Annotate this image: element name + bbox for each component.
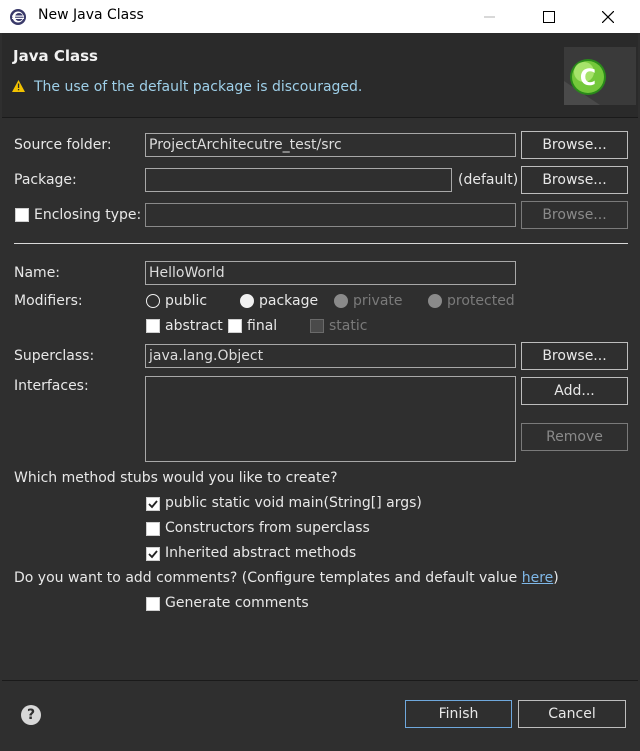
form-separator — [14, 243, 628, 244]
stub-constructors-label: Constructors from superclass — [165, 520, 370, 536]
enclosing-type-label: Enclosing type: — [34, 207, 142, 223]
modifier-static-label: static — [329, 318, 368, 334]
modifier-public-label: public — [165, 293, 208, 309]
package-browse-button[interactable]: Browse... — [521, 166, 628, 194]
source-folder-label: Source folder: — [14, 137, 112, 153]
package-field[interactable] — [145, 168, 452, 192]
generate-comments-checkbox[interactable] — [146, 597, 160, 611]
minimize-button[interactable] — [467, 0, 513, 33]
checkmark-icon — [148, 500, 158, 509]
warning-message: The use of the default package is discou… — [34, 79, 363, 95]
comments-question: Do you want to add comments? (Configure … — [14, 570, 559, 586]
modifier-package-label: package — [259, 293, 319, 309]
source-folder-browse-button[interactable]: Browse... — [521, 131, 628, 159]
close-button[interactable] — [585, 0, 631, 33]
new-class-wizard-icon: C — [560, 41, 640, 113]
class-name-field[interactable]: HelloWorld — [145, 261, 516, 285]
window-title: New Java Class — [38, 7, 144, 23]
interfaces-add-button[interactable]: Add... — [521, 377, 628, 405]
footer-separator — [2, 680, 638, 681]
modifier-abstract-checkbox[interactable] — [146, 319, 160, 333]
comments-question-text: Do you want to add comments? (Configure … — [14, 570, 522, 586]
superclass-field[interactable]: java.lang.Object — [145, 344, 516, 368]
interfaces-label: Interfaces: — [14, 378, 89, 394]
eclipse-app-icon — [9, 8, 27, 26]
package-label: Package: — [14, 172, 77, 188]
svg-text:C: C — [580, 66, 596, 91]
checkmark-icon — [148, 550, 158, 559]
finish-button[interactable]: Finish — [405, 700, 512, 728]
source-folder-field[interactable]: ProjectArchitecutre_test/src — [145, 133, 516, 157]
cancel-button[interactable]: Cancel — [518, 700, 626, 728]
page-title: Java Class — [13, 47, 98, 65]
help-icon[interactable]: ? — [21, 705, 41, 725]
modifier-protected-label: protected — [447, 293, 515, 309]
wizard-header: Java Class The use of the default packag… — [2, 33, 638, 117]
superclass-label: Superclass: — [14, 348, 95, 364]
stub-inherited-checkbox[interactable] — [146, 547, 160, 561]
interfaces-remove-button[interactable]: Remove — [521, 423, 628, 451]
modifier-final-label: final — [247, 318, 278, 334]
stub-constructors-checkbox[interactable] — [146, 522, 160, 536]
modifier-package-radio[interactable] — [240, 294, 254, 308]
modifier-abstract-label: abstract — [165, 318, 223, 334]
modifier-private-radio[interactable] — [334, 294, 348, 308]
modifier-protected-radio[interactable] — [428, 294, 442, 308]
maximize-icon — [543, 10, 555, 23]
superclass-browse-button[interactable]: Browse... — [521, 342, 628, 370]
modifier-public-radio[interactable] — [146, 294, 160, 308]
interfaces-list[interactable] — [145, 376, 516, 462]
close-icon — [602, 10, 614, 23]
stub-inherited-label: Inherited abstract methods — [165, 545, 357, 561]
modifier-final-checkbox[interactable] — [228, 319, 242, 333]
enclosing-type-checkbox[interactable] — [15, 208, 29, 222]
enclosing-type-field[interactable] — [145, 203, 516, 227]
stub-main-checkbox[interactable] — [146, 497, 160, 511]
modifiers-label: Modifiers: — [14, 293, 83, 309]
package-default-hint: (default) — [458, 172, 519, 188]
generate-comments-label: Generate comments — [165, 595, 309, 611]
enclosing-type-browse-button[interactable]: Browse... — [521, 201, 628, 229]
window-titlebar[interactable]: New Java Class — [0, 0, 640, 33]
modifier-private-label: private — [353, 293, 403, 309]
comments-question-suffix: ) — [553, 570, 559, 586]
name-label: Name: — [14, 265, 61, 281]
configure-templates-link[interactable]: here — [522, 570, 554, 586]
method-stubs-question: Which method stubs would you like to cre… — [14, 470, 338, 486]
warning-icon — [12, 80, 25, 92]
stub-main-label: public static void main(String[] args) — [165, 495, 422, 511]
maximize-button[interactable] — [526, 0, 572, 33]
modifier-static-checkbox[interactable] — [310, 319, 324, 333]
header-separator — [2, 117, 638, 118]
minimize-icon — [484, 16, 495, 17]
